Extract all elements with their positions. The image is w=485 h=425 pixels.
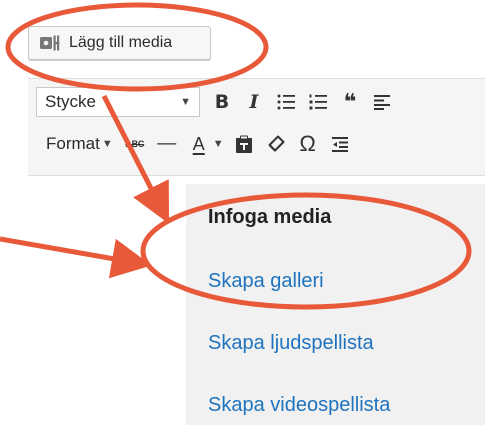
editor-area: Lägg till media Stycke ▼ B I ❝ Format ▼ … [0, 0, 485, 178]
numbered-list-icon [309, 94, 327, 110]
paste-as-text-icon [235, 135, 252, 153]
annotation-arrow-left [0, 236, 152, 279]
strikethrough-icon: ABC [125, 139, 145, 149]
special-character-button[interactable]: Ω [292, 129, 324, 159]
special-character-icon: Ω [299, 131, 316, 156]
bulleted-list-button[interactable] [270, 87, 302, 117]
align-left-icon [374, 95, 390, 110]
bold-button[interactable]: B [206, 87, 238, 117]
italic-button[interactable]: I [238, 87, 270, 117]
strikethrough-button[interactable]: ABC [119, 129, 151, 159]
add-media-label: Lägg till media [69, 34, 173, 51]
bulleted-list-icon [277, 94, 295, 110]
bold-icon: B [214, 91, 230, 113]
paragraph-format-select[interactable]: Stycke ▼ [36, 87, 200, 117]
clear-formatting-icon [268, 135, 285, 152]
blockquote-button[interactable]: ❝ [334, 87, 366, 117]
toolbar-row-2: Format ▼ ABC — A ▼ Ω [28, 125, 485, 163]
clear-formatting-button[interactable] [260, 129, 292, 159]
horizontal-rule-button[interactable]: — [151, 129, 183, 159]
paragraph-format-value: Stycke [45, 92, 97, 111]
chevron-down-icon: ▼ [180, 96, 191, 108]
menu-item-create-gallery[interactable]: Skapa galleri [208, 270, 324, 293]
editor-toolbar: Stycke ▼ B I ❝ Format ▼ ABC — A ▼ Ω [28, 78, 485, 176]
paste-as-text-button[interactable] [228, 129, 260, 159]
text-color-icon: A [192, 133, 205, 154]
blockquote-icon: ❝ [343, 89, 357, 114]
add-media-dropdown: Infoga media Skapa galleri Skapa ljudspe… [186, 184, 485, 425]
outdent-button[interactable] [324, 129, 356, 159]
text-color-button[interactable]: A [183, 129, 215, 159]
menu-item-insert-media[interactable]: Infoga media [208, 206, 331, 229]
italic-icon: I [249, 91, 259, 113]
numbered-list-button[interactable] [302, 87, 334, 117]
menu-item-create-video-playlist[interactable]: Skapa videospellista [208, 394, 390, 417]
format-menu-label[interactable]: Format [46, 134, 100, 154]
add-media-button[interactable]: Lägg till media [28, 26, 211, 60]
outdent-icon [331, 137, 348, 152]
chevron-down-icon[interactable]: ▼ [102, 138, 113, 150]
chevron-down-icon[interactable]: ▼ [213, 138, 224, 150]
toolbar-row-1: Stycke ▼ B I ❝ [28, 83, 485, 121]
menu-item-create-audio-playlist[interactable]: Skapa ljudspellista [208, 332, 374, 355]
align-left-button[interactable] [366, 87, 398, 117]
add-media-icon [40, 35, 60, 51]
horizontal-rule-icon: — [157, 133, 177, 154]
